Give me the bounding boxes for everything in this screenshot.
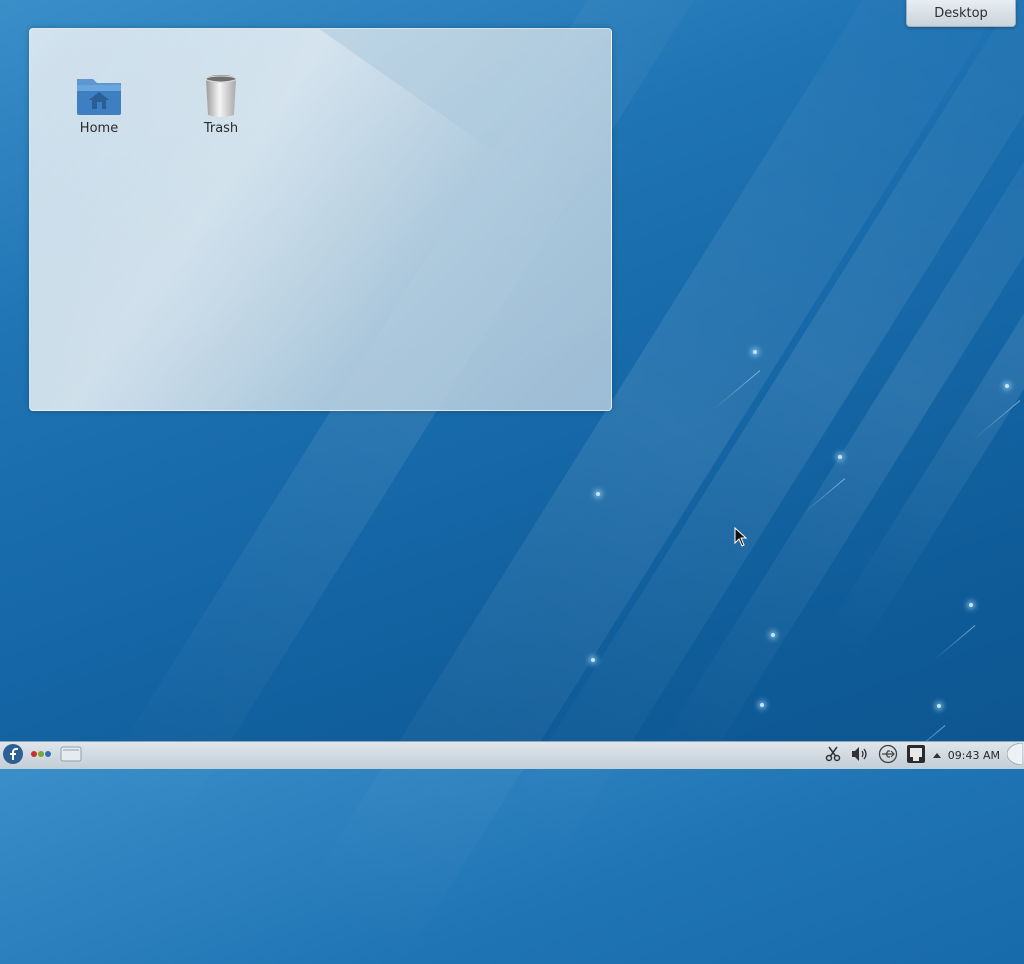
- application-launcher-button[interactable]: [0, 742, 26, 769]
- expand-tray-arrow-icon: [932, 748, 942, 763]
- activity-manager-button[interactable]: [26, 742, 56, 769]
- usb-device-notifier-icon: [878, 744, 898, 768]
- toolbox-label: Desktop: [934, 5, 988, 21]
- tray-volume[interactable]: [846, 742, 874, 769]
- desktop-icon-trash[interactable]: Trash: [186, 71, 256, 136]
- panel-toolbox-icon: [1006, 741, 1024, 769]
- trash-icon: [197, 71, 245, 119]
- show-desktop-button[interactable]: [56, 742, 86, 769]
- bottom-panel: 09:43 AM: [0, 741, 1024, 769]
- tray-expand-button[interactable]: [930, 742, 944, 769]
- mouse-cursor-icon: [734, 526, 748, 551]
- fedora-logo-icon: [2, 743, 24, 769]
- home-folder-icon: [75, 71, 123, 119]
- desktop-toolbox-button[interactable]: Desktop: [906, 0, 1016, 27]
- digital-clock[interactable]: 09:43 AM: [948, 749, 1000, 762]
- show-desktop-icon: [60, 745, 82, 767]
- tray-device-notifier[interactable]: [874, 742, 902, 769]
- klipper-scissors-icon: [825, 746, 841, 766]
- folder-view-widget[interactable]: Home Trash: [29, 28, 612, 411]
- panel-toolbox-button[interactable]: [1006, 741, 1024, 769]
- desktop-icon-label: Trash: [203, 121, 239, 136]
- tray-network[interactable]: [902, 742, 930, 769]
- network-icon: [906, 744, 926, 768]
- volume-icon: [851, 746, 869, 766]
- desktop-icon-label: Home: [79, 121, 119, 136]
- activity-dots-icon: [30, 748, 52, 763]
- desktop-icon-home[interactable]: Home: [64, 71, 134, 136]
- tray-clipboard[interactable]: [820, 742, 846, 769]
